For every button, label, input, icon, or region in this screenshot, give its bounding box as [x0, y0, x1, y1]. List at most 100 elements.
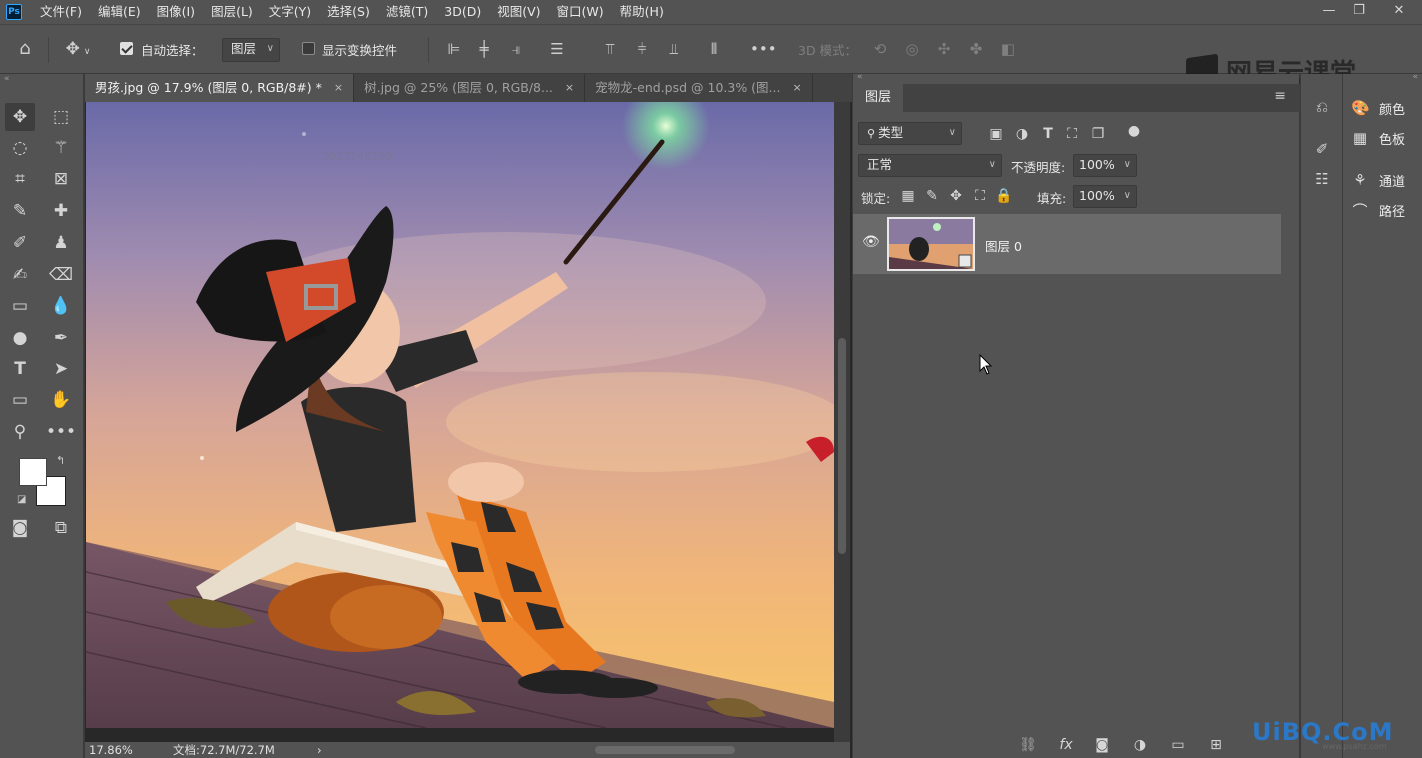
canvas-image[interactable]: 2027148180: [86, 102, 834, 728]
fx-icon[interactable]: fx: [1057, 736, 1075, 754]
menu-view[interactable]: 视图(V): [489, 0, 548, 24]
panel-menu-icon[interactable]: ≡: [1274, 88, 1286, 104]
menu-select[interactable]: 选择(S): [319, 0, 378, 24]
pen-tool-icon[interactable]: ✒: [46, 324, 76, 352]
align-left-icon[interactable]: ⊫: [444, 39, 464, 59]
close-window-button[interactable]: ✕: [1384, 0, 1414, 24]
paths-panel-button[interactable]: ⌒ 路径: [1351, 196, 1405, 224]
lock-transparent-pixels-icon[interactable]: ▦: [899, 187, 917, 205]
collapse-right-icon[interactable]: «: [1412, 72, 1418, 82]
minimize-button[interactable]: —: [1314, 0, 1344, 24]
tab-boy-jpg[interactable]: 男孩.jpg @ 17.9% (图层 0, RGB/8#) * ×: [85, 74, 355, 102]
move-tool-icon[interactable]: ✥: [5, 103, 35, 131]
distribute-vertical-icon[interactable]: ☰: [546, 39, 568, 59]
align-top-icon[interactable]: ⫪: [600, 39, 620, 59]
align-right-icon[interactable]: ⫣: [506, 39, 526, 59]
dodge-tool-icon[interactable]: ●: [5, 324, 35, 352]
swatches-panel-button[interactable]: ▦ 色板: [1351, 124, 1405, 152]
healing-brush-tool-icon[interactable]: ✚: [46, 197, 76, 225]
filter-adjustment-icon[interactable]: ◑: [1013, 125, 1031, 143]
move-tool-preset-icon[interactable]: ✥ ∨: [60, 39, 96, 59]
filter-smart-object-icon[interactable]: ❐: [1089, 125, 1107, 143]
rectangle-tool-icon[interactable]: ▭: [5, 386, 35, 414]
filter-type-icon[interactable]: T: [1039, 125, 1057, 143]
eyedropper-tool-icon[interactable]: ✎: [5, 197, 35, 225]
tab-pet-dragon-psd[interactable]: 宠物龙-end.psd @ 10.3% (图... ×: [585, 74, 813, 102]
gradient-tool-icon[interactable]: ▭: [5, 292, 35, 320]
vertical-scrollbar[interactable]: [834, 102, 850, 742]
new-group-icon[interactable]: ▭: [1169, 736, 1187, 754]
filter-pixel-icon[interactable]: ▣: [987, 125, 1005, 143]
close-tab-icon[interactable]: ×: [334, 74, 343, 102]
eraser-tool-icon[interactable]: ⌫: [46, 261, 76, 289]
brush-settings-icon[interactable]: ✐: [1312, 140, 1332, 158]
crop-tool-icon[interactable]: ⌗: [5, 165, 35, 193]
align-middle-icon[interactable]: ⫩: [632, 39, 652, 59]
show-transform-checkbox[interactable]: [302, 42, 315, 55]
opacity-input[interactable]: 100% ∨: [1073, 154, 1137, 177]
brush-tool-icon[interactable]: ✐: [5, 229, 35, 257]
auto-select-checkbox[interactable]: [120, 42, 133, 55]
properties-panel-icon[interactable]: ☷: [1312, 170, 1332, 188]
layer-filter-dropdown[interactable]: ⚲ 类型 ∨: [858, 122, 962, 145]
filter-toggle-icon[interactable]: ●: [1125, 122, 1143, 140]
more-options-icon[interactable]: •••: [750, 39, 777, 59]
blur-tool-icon[interactable]: 💧: [46, 292, 76, 320]
blend-mode-dropdown[interactable]: 正常 ∨: [858, 154, 1002, 177]
menu-file[interactable]: 文件(F): [32, 0, 90, 24]
default-colors-icon[interactable]: ◪: [17, 494, 26, 505]
zoom-level[interactable]: 17.86%: [89, 742, 133, 758]
clone-stamp-tool-icon[interactable]: ♟: [46, 229, 76, 257]
type-tool-icon[interactable]: T: [5, 355, 35, 383]
menu-help[interactable]: 帮助(H): [612, 0, 672, 24]
path-selection-tool-icon[interactable]: ➤: [46, 355, 76, 383]
link-layers-icon[interactable]: ⛓: [1019, 736, 1037, 754]
color-panel-button[interactable]: 🎨 颜色: [1351, 94, 1405, 122]
menu-filter[interactable]: 滤镜(T): [378, 0, 436, 24]
layer-thumbnail[interactable]: [887, 217, 975, 271]
adjustment-layer-icon[interactable]: ◑: [1131, 736, 1149, 754]
close-tab-icon[interactable]: ×: [792, 74, 801, 102]
menu-layer[interactable]: 图层(L): [203, 0, 261, 24]
lock-all-icon[interactable]: 🔒: [995, 187, 1013, 205]
horizontal-scroll-thumb[interactable]: [595, 746, 735, 754]
menu-image[interactable]: 图像(I): [149, 0, 203, 24]
menu-type[interactable]: 文字(Y): [261, 0, 319, 24]
eye-visibility-icon[interactable]: 👁: [862, 234, 880, 250]
vertical-scroll-thumb[interactable]: [838, 338, 846, 554]
quick-mask-icon[interactable]: ◙: [5, 514, 35, 542]
home-icon[interactable]: ⌂: [12, 39, 38, 59]
filter-shape-icon[interactable]: ⛶: [1063, 125, 1081, 143]
marquee-tool-icon[interactable]: ⬚: [46, 103, 76, 131]
hand-tool-icon[interactable]: ✋: [46, 386, 76, 414]
history-panel-icon[interactable]: ⎌: [1312, 98, 1332, 116]
zoom-tool-icon[interactable]: ⚲: [5, 418, 35, 446]
magic-wand-tool-icon[interactable]: ⚚: [46, 134, 76, 162]
menu-window[interactable]: 窗口(W): [549, 0, 612, 24]
layer-name[interactable]: 图层 0: [985, 236, 1022, 255]
fill-input[interactable]: 100% ∨: [1073, 185, 1137, 208]
distribute-horizontal-icon[interactable]: ⦀: [704, 39, 724, 59]
close-tab-icon[interactable]: ×: [565, 74, 574, 102]
restore-button[interactable]: ❐: [1344, 0, 1374, 24]
menu-edit[interactable]: 编辑(E): [90, 0, 149, 24]
history-brush-tool-icon[interactable]: ✍: [5, 261, 35, 289]
foreground-color-swatch-front[interactable]: [19, 458, 47, 486]
frame-tool-icon[interactable]: ⊠: [46, 165, 76, 193]
menu-3d[interactable]: 3D(D): [436, 0, 489, 24]
screen-mode-icon[interactable]: ⧉: [46, 514, 76, 542]
lasso-tool-icon[interactable]: ◌: [5, 134, 35, 162]
swap-colors-icon[interactable]: ↰: [56, 454, 65, 467]
lock-image-pixels-icon[interactable]: ✎: [923, 187, 941, 205]
channels-panel-button[interactable]: ⚘ 通道: [1351, 166, 1405, 194]
lock-artboard-icon[interactable]: ⛶: [971, 187, 989, 205]
align-center-icon[interactable]: ╪: [474, 39, 494, 59]
new-layer-icon[interactable]: ⊞: [1207, 736, 1225, 754]
edit-toolbar-icon[interactable]: •••: [46, 418, 76, 446]
tab-layers[interactable]: 图层: [853, 84, 904, 112]
tab-tree-jpg[interactable]: 树.jpg @ 25% (图层 0, RGB/8... ×: [354, 74, 586, 102]
add-mask-icon[interactable]: ◙: [1093, 736, 1111, 754]
lock-position-icon[interactable]: ✥: [947, 187, 965, 205]
collapse-panel-icon[interactable]: «: [857, 72, 863, 82]
collapse-toolbox-icon[interactable]: «: [4, 74, 10, 84]
